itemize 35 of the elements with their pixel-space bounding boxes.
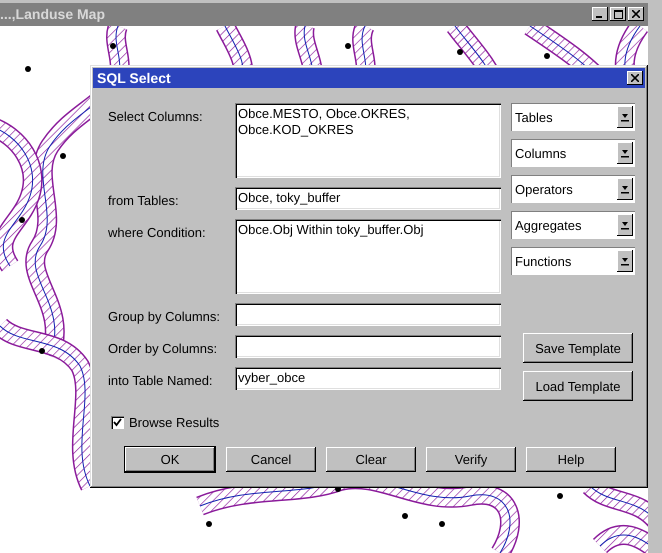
dropdown-field[interactable]: Aggregates — [511, 211, 635, 239]
text-area-field[interactable]: Obce.MESTO, Obce.OKRES, Obce.KOD_OKRES — [235, 103, 501, 178]
window-title: ...,Landuse Map — [0, 6, 106, 22]
input-field[interactable] — [235, 303, 501, 326]
field-label: where Condition: — [108, 224, 207, 242]
browse-results-checkbox[interactable] — [111, 416, 124, 429]
maximize-icon — [614, 10, 622, 18]
field-label: Group by Columns: — [108, 308, 221, 326]
close-button[interactable] — [628, 7, 644, 21]
checkbox-label: Browse Results — [129, 415, 220, 430]
field-label: Select Columns: — [108, 108, 204, 126]
dialog-button[interactable]: Verify — [426, 447, 516, 472]
template-button[interactable]: Save Template — [523, 333, 633, 363]
input-field[interactable] — [235, 335, 501, 358]
dropdown-field[interactable]: Columns — [511, 139, 635, 167]
dialog-button[interactable]: Help — [526, 447, 616, 472]
text-area-field[interactable]: Obce.Obj Within toky_buffer.Obj — [235, 219, 501, 294]
field-label: from Tables: — [108, 192, 180, 210]
dialog-button[interactable]: Clear — [326, 447, 416, 472]
field-label: into Table Named: — [108, 372, 214, 390]
default-button[interactable]: OK — [124, 446, 216, 473]
dropdown-field[interactable]: Operators — [511, 175, 635, 203]
minimize-button[interactable] — [592, 7, 608, 21]
input-field[interactable]: vyber_obce — [235, 367, 501, 390]
template-button[interactable]: Load Template — [523, 371, 633, 401]
close-icon — [632, 10, 640, 18]
dropdown-field[interactable]: Functions — [511, 247, 635, 275]
close-icon — [631, 74, 639, 82]
maximize-button[interactable] — [610, 7, 626, 21]
dialog-button[interactable]: Cancel — [226, 447, 316, 472]
close-button[interactable] — [627, 71, 643, 85]
input-field[interactable]: Obce, toky_buffer — [235, 187, 501, 210]
field-label: Order by Columns: — [108, 340, 218, 358]
dialog-title: SQL Select — [97, 70, 171, 86]
dropdown-field[interactable]: Tables — [511, 103, 635, 131]
